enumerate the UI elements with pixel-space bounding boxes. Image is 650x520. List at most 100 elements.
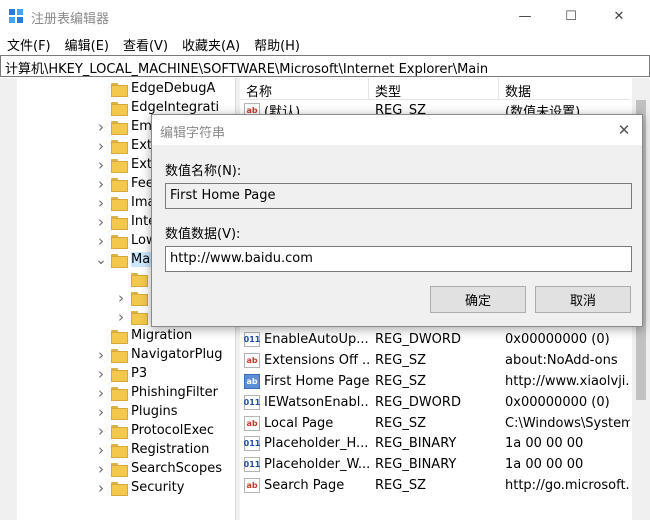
tree-item[interactable]: › Registration bbox=[95, 440, 209, 459]
tree-item[interactable]: EdgeDebugA bbox=[95, 79, 215, 98]
close-icon: ✕ bbox=[617, 121, 631, 139]
chevron-right-icon[interactable]: › bbox=[95, 421, 107, 440]
chevron-down-icon[interactable]: ⌄ bbox=[95, 250, 107, 269]
value-type-cell: REG_BINARY bbox=[375, 436, 457, 451]
chevron-right-icon[interactable]: › bbox=[95, 174, 107, 193]
regedit-window: 注册表编辑器 — ☐ ✕ 文件(F) 编辑(E) 查看(V) 收藏夹(A) 帮助… bbox=[0, 0, 650, 520]
chevron-right-icon[interactable]: › bbox=[95, 383, 107, 402]
tree-item[interactable]: › P3 bbox=[95, 364, 147, 383]
menu-favorites[interactable]: 收藏夹(A) bbox=[175, 33, 247, 55]
folder-icon bbox=[111, 405, 128, 420]
dialog-close-button[interactable]: ✕ bbox=[610, 118, 638, 142]
folder-icon bbox=[111, 177, 128, 192]
chevron-right-icon[interactable]: › bbox=[95, 459, 107, 478]
tree-item-label: Migration bbox=[131, 328, 193, 343]
value-name-cell: 011 Placeholder_H... bbox=[244, 433, 369, 454]
folder-icon bbox=[111, 462, 128, 477]
cancel-button[interactable]: 取消 bbox=[535, 286, 631, 313]
folder-icon bbox=[111, 367, 128, 382]
value-name-cell: 011 EnableAutoUp... bbox=[244, 329, 369, 350]
maximize-icon: ☐ bbox=[565, 9, 577, 24]
chevron-right-icon[interactable]: › bbox=[95, 478, 107, 497]
list-row[interactable]: ab Extensions Off ... REG_SZ about:NoAdd-on… bbox=[240, 350, 630, 371]
list-row[interactable]: 011 IEWatsonEnabl... REG_DWORD 0x00000000 (… bbox=[240, 392, 630, 413]
folder-icon bbox=[111, 253, 128, 268]
value-name-cell: ab Local Page bbox=[244, 413, 369, 434]
tree-item-label: Plugins bbox=[131, 404, 178, 419]
chevron-right-icon[interactable]: › bbox=[95, 364, 107, 383]
list-row[interactable]: 011 Placeholder_H... REG_BINARY 1a 00 00 00 bbox=[240, 433, 630, 454]
tree-item[interactable]: › ProtocolExec bbox=[95, 421, 214, 440]
title-bar: 注册表编辑器 — ☐ ✕ bbox=[0, 0, 650, 33]
chevron-right-icon[interactable]: › bbox=[115, 288, 127, 307]
string-value-icon: ab bbox=[244, 416, 260, 431]
value-data-cell: 1a 00 00 00 bbox=[505, 436, 584, 451]
maximize-button[interactable]: ☐ bbox=[548, 0, 594, 33]
tree-item[interactable]: › Plugins bbox=[95, 402, 178, 421]
chevron-right-icon[interactable]: › bbox=[95, 231, 107, 250]
menu-view[interactable]: 查看(V) bbox=[116, 33, 175, 55]
chevron-right-icon[interactable]: › bbox=[95, 212, 107, 231]
value-data-cell: 0x00000000 (0) bbox=[505, 395, 610, 410]
chevron-right-icon[interactable]: › bbox=[95, 136, 107, 155]
list-row[interactable]: ab Local Page REG_SZ C:\Windows\System bbox=[240, 413, 630, 434]
value-name: EnableAutoUp... bbox=[264, 332, 369, 347]
chevron-right-icon[interactable]: › bbox=[95, 440, 107, 459]
column-type-header[interactable]: 类型 bbox=[369, 78, 499, 100]
tree-item-label: EdgeDebugA bbox=[131, 81, 216, 96]
value-type-cell: REG_SZ bbox=[375, 374, 426, 389]
minimize-button[interactable]: — bbox=[502, 0, 548, 33]
chevron-right-icon[interactable]: › bbox=[95, 402, 107, 421]
column-name-header[interactable]: 名称 bbox=[240, 78, 369, 100]
chevron-right-icon[interactable]: › bbox=[95, 155, 107, 174]
binary-value-icon: 011 bbox=[244, 436, 260, 451]
list-row[interactable]: 011 EnableAutoUp... REG_DWORD 0x00000000 (0… bbox=[240, 329, 630, 350]
tree-item[interactable]: › NavigatorPlug bbox=[95, 345, 223, 364]
tree-item[interactable]: › PhishingFilter bbox=[95, 383, 218, 402]
tree-item[interactable]: Migration bbox=[95, 326, 192, 345]
tree-item[interactable]: › Fee bbox=[95, 174, 154, 193]
folder-icon bbox=[111, 139, 128, 154]
tree-item[interactable]: › Ima bbox=[95, 193, 155, 212]
binary-value-icon: 011 bbox=[244, 332, 260, 347]
value-name-cell: 011 Placeholder_W... bbox=[244, 454, 369, 475]
value-data-input[interactable]: http://www.baidu.com bbox=[165, 246, 632, 272]
folder-icon bbox=[131, 272, 148, 287]
menu-file[interactable]: 文件(F) bbox=[0, 33, 58, 55]
tree-item[interactable]: › SearchScopes bbox=[95, 459, 222, 478]
string-value-icon: ab bbox=[244, 374, 260, 389]
column-data-header[interactable]: 数据 bbox=[499, 78, 630, 100]
value-type-cell: REG_SZ bbox=[375, 416, 426, 431]
tree-item[interactable]: › Inte bbox=[95, 212, 156, 231]
tree-item-label: Registration bbox=[131, 442, 210, 457]
menu-edit[interactable]: 编辑(E) bbox=[58, 33, 116, 55]
dialog-title-bar: 编辑字符串 ✕ bbox=[152, 115, 642, 145]
tree-scrollbar[interactable] bbox=[0, 78, 17, 520]
value-type-cell: REG_SZ bbox=[375, 478, 426, 493]
tree-item[interactable]: › Low bbox=[95, 231, 157, 250]
menu-help[interactable]: 帮助(H) bbox=[247, 33, 307, 55]
folder-icon bbox=[111, 234, 128, 249]
ok-button[interactable]: 确定 bbox=[430, 286, 526, 313]
list-row[interactable]: ab First Home Page REG_SZ http://www.xiaolv… bbox=[240, 371, 630, 392]
folder-icon bbox=[131, 291, 148, 306]
folder-icon bbox=[111, 120, 128, 135]
list-row[interactable]: ab Search Page REG_SZ http://go.microsoft. bbox=[240, 475, 630, 496]
close-button[interactable]: ✕ bbox=[596, 0, 642, 33]
dialog-title: 编辑字符串 bbox=[160, 126, 226, 141]
chevron-right-icon[interactable]: › bbox=[115, 307, 127, 326]
chevron-right-icon[interactable]: › bbox=[95, 117, 107, 136]
address-bar[interactable]: 计算机\HKEY_LOCAL_MACHINE\SOFTWARE\Microsof… bbox=[0, 55, 650, 77]
window-title: 注册表编辑器 bbox=[31, 12, 110, 27]
tree-item[interactable]: › Security bbox=[95, 478, 184, 497]
list-row[interactable]: 011 Placeholder_W... REG_BINARY 1a 00 00 00 bbox=[240, 454, 630, 475]
value-name-cell: 011 IEWatsonEnabl... bbox=[244, 392, 369, 413]
tree-item-label: P3 bbox=[131, 366, 148, 381]
chevron-right-icon[interactable]: › bbox=[95, 193, 107, 212]
close-icon: ✕ bbox=[613, 9, 625, 24]
chevron-right-icon[interactable]: › bbox=[95, 345, 107, 364]
value-data-label: 数值数据(V): bbox=[165, 227, 241, 242]
tree-item[interactable]: › Eml bbox=[95, 117, 156, 136]
